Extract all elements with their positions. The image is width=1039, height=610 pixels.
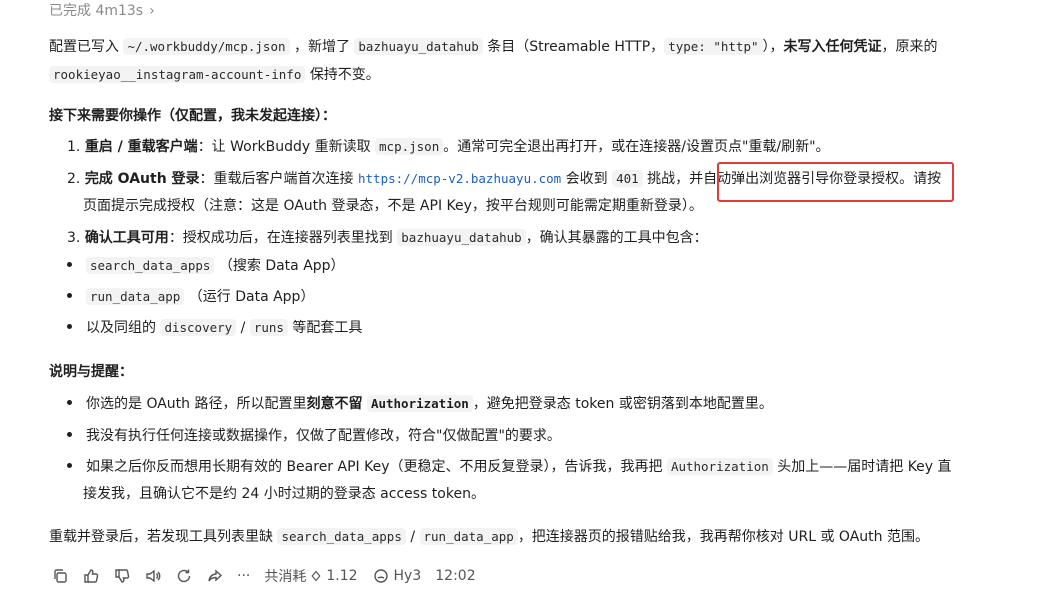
list-item: 我没有执行任何连接或数据操作，仅做了配置修改，符合"仅做配置"的要求。 (67, 425, 561, 445)
entry-name-code: bazhuayu_datahub (354, 38, 483, 55)
bullet-icon (67, 323, 72, 329)
step-title: 完成 OAuth 登录 (84, 171, 200, 187)
step-number: 1. (67, 139, 81, 155)
text: 如果之后你反而想用长期有效的 Bearer API Key（更稳定、不用反复登录… (86, 459, 663, 475)
text: 你选的是 OAuth 路径，所以配置里 (86, 396, 307, 412)
text: 重载并登录后，若发现工具列表里缺 (49, 529, 273, 545)
authorization-code: Authorization (666, 458, 773, 475)
share-icon[interactable] (206, 567, 224, 585)
type-code: type: "http" (664, 38, 763, 55)
step-3: 3. 确认工具可用：授权成功后，在连接器列表里找到 bazhuayu_datah… (67, 227, 708, 247)
notes-heading: 说明与提醒： (49, 364, 133, 380)
list-item: run_data_app （运行 Data App） (67, 286, 314, 306)
highlight-box (717, 162, 954, 202)
speaker-icon[interactable] (144, 567, 162, 585)
text: ，确认其暴露的工具中包含： (525, 230, 708, 246)
bullet-icon (67, 261, 72, 267)
text: 挑战， (647, 171, 690, 187)
text: ，把连接器页的报错贴给我，我再帮你核对 URL 或 OAuth 范围。 (517, 529, 929, 545)
list-item: 如果之后你反而想用长期有效的 Bearer API Key（更稳定、不用反复登录… (67, 456, 952, 476)
text: ：重载后客户端首次连接 (199, 171, 354, 187)
separator: / (410, 529, 416, 545)
step-number: 2. (67, 171, 81, 187)
thumbs-down-icon[interactable] (113, 567, 131, 585)
text: 头加上——届时请把 Key 直 (777, 459, 952, 475)
text: ，新增了 (293, 39, 350, 55)
chevron-right-icon: › (149, 3, 155, 19)
tool-code: run_data_app (86, 288, 185, 305)
text: （运行 Data App） (188, 289, 315, 305)
step-title: 确认工具可用 (84, 230, 169, 246)
text: ：让 WorkBuddy 重新读取 (197, 139, 371, 155)
note-3-line-2: 接发我，且确认它不是约 24 小时过期的登录态 access token。 (83, 486, 485, 502)
text: ，原来的 (881, 39, 938, 55)
text: 会收到 (565, 171, 608, 187)
model-name: Hy3 (393, 568, 422, 584)
cost-label: 共消耗 (264, 569, 307, 585)
intro-line-2: rookieyao__instagram-account-info 保持不变。 (49, 64, 380, 84)
text: 条目（Streamable HTTP， (487, 39, 665, 55)
list-item: 以及同组的 discovery / runs 等配套工具 (67, 317, 362, 337)
list-item: 你选的是 OAuth 路径，所以配置里刻意不留 Authorization ，避免… (67, 393, 773, 413)
authorization-code: Authorization (366, 395, 473, 412)
step-1: 1. 重启 / 重载客户端：让 WorkBuddy 重新读取 mcp.json。… (67, 136, 830, 156)
diamond-icon (310, 567, 322, 585)
runs-code: runs (249, 319, 288, 336)
bullet-icon (67, 462, 72, 468)
bullet-icon (67, 292, 72, 298)
bullet-icon (67, 399, 72, 405)
no-credentials-bold: 未写入任何凭证 (783, 39, 882, 55)
mcp-json-code: mcp.json (375, 138, 444, 155)
status-401-code: 401 (612, 170, 643, 187)
text: ，避免把登录态 token 或密钥落到本地配置里。 (472, 396, 773, 412)
text: 以及同组的 (86, 320, 156, 336)
text: （搜索 Data App） (218, 258, 345, 274)
bold-text: 刻意不留 (306, 396, 363, 412)
intro-line-1: 配置已写入 ~/.workbuddy/mcp.json ，新增了 bazhuay… (49, 36, 938, 56)
tool-code: run_data_app (419, 528, 518, 545)
text: 等配套工具 (292, 320, 363, 336)
text: 保持不变。 (309, 67, 380, 83)
copy-icon[interactable] (51, 567, 69, 585)
bullet-icon (67, 431, 72, 437)
step-2-line-2: 页面提示完成授权（注意：这是 OAuth 登录态，不是 API Key，按平台规… (83, 198, 703, 214)
separator: / (240, 320, 246, 336)
list-item: search_data_apps （搜索 Data App） (67, 255, 345, 275)
cost-value: 1.12 (326, 568, 358, 584)
tool-code: search_data_apps (86, 257, 215, 274)
status-text: 已完成 4m13s (49, 3, 144, 19)
mcp-url-link[interactable]: https://mcp-v2.bazhuayu.com (358, 171, 561, 186)
tool-code: search_data_apps (277, 528, 406, 545)
timestamp: 12:02 (435, 568, 476, 584)
more-options-button[interactable]: ··· (237, 568, 250, 584)
model-icon (372, 567, 390, 585)
discovery-code: discovery (160, 319, 237, 336)
refresh-icon[interactable] (175, 567, 193, 585)
text: ）， (762, 39, 784, 55)
step-number: 3. (67, 230, 81, 246)
text: 配置已写入 (49, 39, 119, 55)
text: ：授权成功后，在连接器列表里找到 (168, 230, 393, 246)
text: 。通常可完全退出再打开，或在连接器/设置页点"重载/刷新"。 (443, 139, 830, 155)
existing-entry-code: rookieyao__instagram-account-info (49, 66, 306, 83)
step-title: 重启 / 重载客户端 (84, 139, 198, 155)
thumbs-up-icon[interactable] (82, 567, 100, 585)
footer-paragraph: 重载并登录后，若发现工具列表里缺 search_data_apps / run_… (49, 526, 929, 546)
completion-status[interactable]: 已完成 4m13s › (49, 0, 155, 20)
text: 我没有执行任何连接或数据操作，仅做了配置修改，符合"仅做配置"的要求。 (86, 428, 561, 444)
message-toolbar: ··· 共消耗 1.12 Hy3 12:02 (51, 566, 476, 586)
next-steps-heading: 接下来需要你操作（仅配置，我未发起连接）： (49, 108, 336, 124)
config-path-code: ~/.workbuddy/mcp.json (123, 38, 290, 55)
datahub-code: bazhuayu_datahub (397, 229, 526, 246)
